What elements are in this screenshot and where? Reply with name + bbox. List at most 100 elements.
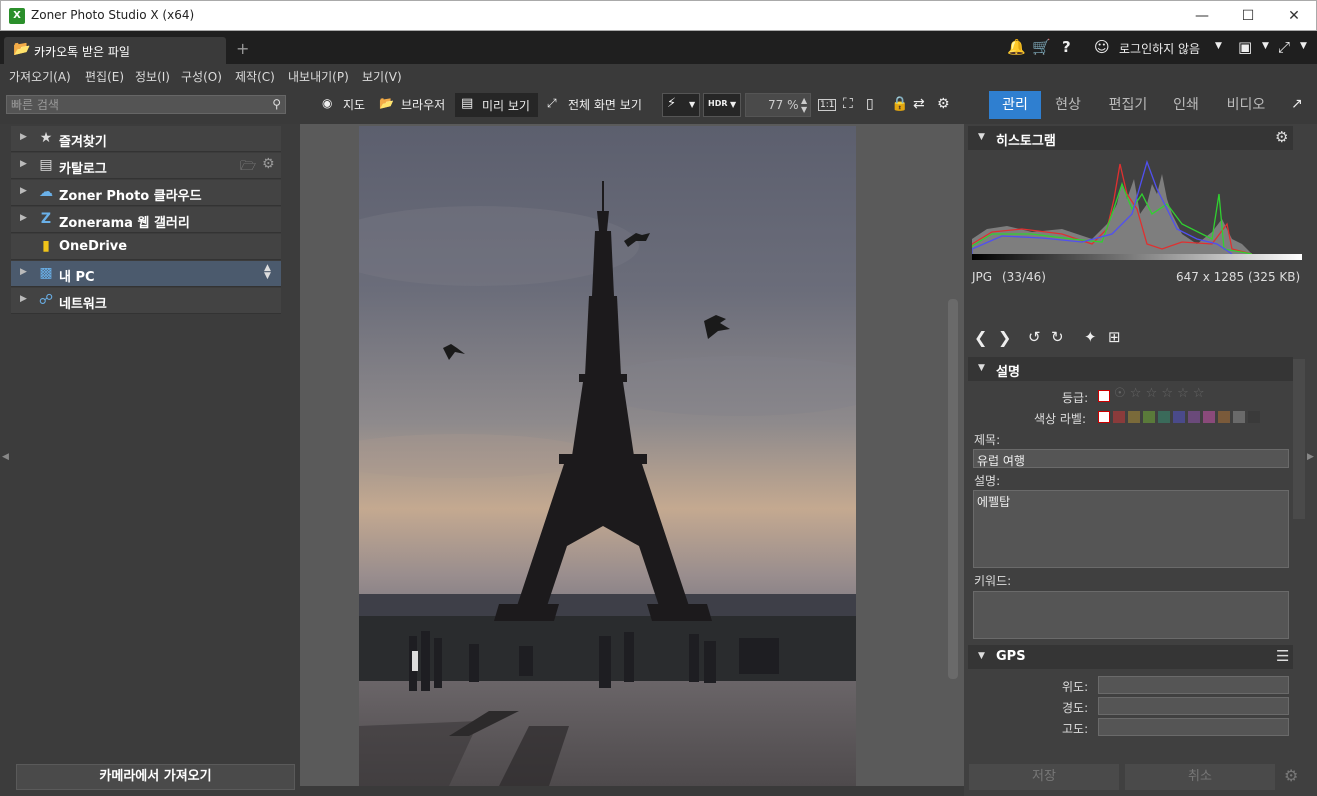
menu-icon[interactable]: ☰ xyxy=(1276,647,1289,665)
panel-scrollbar[interactable] xyxy=(1293,359,1305,519)
search-icon[interactable]: ⚲ xyxy=(272,97,281,111)
menu-info[interactable]: 정보(I) xyxy=(135,68,170,85)
expand-arrow-icon[interactable]: ▶ xyxy=(20,213,27,223)
prev-icon[interactable]: ❮ xyxy=(974,328,987,347)
collapse-right-icon[interactable]: ▶ xyxy=(1307,452,1314,462)
compare-icon[interactable]: ▯ xyxy=(866,96,874,112)
minimize-button[interactable]: — xyxy=(1179,1,1225,31)
menu-organize[interactable]: 구성(O) xyxy=(181,68,222,85)
keywords-field[interactable] xyxy=(973,591,1289,639)
close-button[interactable]: ✕ xyxy=(1271,1,1317,31)
sort-icon[interactable]: ▲ ▼ xyxy=(264,264,271,281)
latitude-field[interactable] xyxy=(1098,676,1289,694)
cloud-icon: ☁ xyxy=(39,184,53,200)
monitor-icon[interactable]: ▣ xyxy=(1238,38,1252,56)
collapse-left-icon[interactable]: ◀ xyxy=(2,452,9,462)
color-swatch[interactable] xyxy=(1158,411,1170,423)
nav-catalog[interactable]: ▶ ▤ 카탈로그 🗁 ⚙ xyxy=(11,153,281,179)
save-button[interactable]: 저장 xyxy=(969,764,1119,790)
chevron-down-icon[interactable]: ▼ xyxy=(1300,41,1307,51)
expand-arrow-icon[interactable]: ▶ xyxy=(20,186,27,196)
login-status[interactable]: 로그인하지 않음 xyxy=(1119,40,1200,57)
rotate-right-icon[interactable]: ↻ xyxy=(1051,328,1064,346)
no-color-icon[interactable] xyxy=(1098,411,1110,423)
gear-icon[interactable]: ⚙ xyxy=(262,156,275,172)
network-icon: ☍ xyxy=(38,292,54,308)
color-swatch[interactable] xyxy=(1248,411,1260,423)
chevron-down-icon[interactable]: ▼ xyxy=(1215,41,1222,51)
lock-icon[interactable]: 🔒 xyxy=(891,96,908,112)
tab-video[interactable]: 비디오 xyxy=(1216,91,1276,119)
gear-icon[interactable]: ⚙ xyxy=(1275,128,1288,146)
color-swatch[interactable] xyxy=(1218,411,1230,423)
vertical-scrollbar[interactable] xyxy=(948,299,958,679)
cart-icon[interactable]: 🛒 xyxy=(1032,38,1051,56)
longitude-field[interactable] xyxy=(1098,697,1289,715)
nav-zoner-cloud[interactable]: ▶ ☁ Zoner Photo 클라우드 xyxy=(11,180,281,206)
menu-export[interactable]: 내보내기(P) xyxy=(288,68,349,85)
hdr-dropdown[interactable]: HDR ▼ xyxy=(703,93,741,117)
tab-develop[interactable]: 현상 xyxy=(1044,91,1092,119)
color-swatch[interactable] xyxy=(1113,411,1125,423)
magic-wand-icon[interactable]: ✦ xyxy=(1084,328,1097,346)
add-folder-icon[interactable]: 🗁 xyxy=(240,157,256,179)
sync-icon[interactable]: ⇄ xyxy=(913,96,925,112)
expand-arrow-icon[interactable]: ▶ xyxy=(20,132,27,142)
menu-import[interactable]: 가져오기(A) xyxy=(9,68,71,85)
expand-arrow-icon[interactable]: ▶ xyxy=(20,294,27,304)
nav-network[interactable]: ▶ ☍ 네트워크 xyxy=(11,288,281,314)
description-field[interactable]: 에펠탑 xyxy=(973,490,1289,568)
photo-preview[interactable] xyxy=(359,126,856,786)
tab-active[interactable]: 📂 카카오톡 받은 파일 xyxy=(4,37,226,64)
color-swatch[interactable] xyxy=(1143,411,1155,423)
menu-edit[interactable]: 편집(E) xyxy=(85,68,124,85)
color-swatch[interactable] xyxy=(1233,411,1245,423)
fullscreen-button[interactable]: 전체 화면 보기 xyxy=(568,96,642,113)
gear-icon[interactable]: ⚙ xyxy=(1284,766,1298,785)
bell-icon[interactable]: 🔔 xyxy=(1007,38,1026,56)
image-settings-icon[interactable]: ⚙ xyxy=(937,96,950,112)
histogram-header[interactable]: ▼ 히스토그램 ⚙ xyxy=(968,126,1293,150)
nav-my-pc[interactable]: ▶ ▩ 내 PC ▲ ▼ xyxy=(11,261,281,287)
no-rating-icon[interactable] xyxy=(1098,390,1110,402)
rotate-left-icon[interactable]: ↺ xyxy=(1028,328,1041,346)
map-button[interactable]: 지도 xyxy=(343,96,365,113)
expand-arrow-icon[interactable]: ▶ xyxy=(20,267,27,277)
preview-button[interactable]: ▤ 미리 보기 xyxy=(455,93,538,117)
description-header[interactable]: ▼ 설명 xyxy=(968,357,1293,381)
nav-onedrive[interactable]: ▮ OneDrive xyxy=(11,234,281,260)
chevron-down-icon[interactable]: ▼ xyxy=(1262,41,1269,51)
help-icon[interactable]: ? xyxy=(1062,38,1071,56)
gps-header[interactable]: ▼ GPS ☰ xyxy=(968,645,1293,669)
tab-editor[interactable]: 편집기 xyxy=(1098,91,1158,119)
expand-arrow-icon[interactable]: ▶ xyxy=(20,159,27,169)
browser-button[interactable]: 브라우저 xyxy=(401,96,445,113)
rating-stars[interactable]: ☉ ☆ ☆ ☆ ☆ ☆ xyxy=(1114,386,1205,401)
tab-manage[interactable]: 관리 xyxy=(989,91,1041,119)
menu-view[interactable]: 보기(V) xyxy=(362,68,402,85)
external-link-icon[interactable]: ↗ xyxy=(1291,96,1303,112)
user-icon[interactable]: ☺ xyxy=(1094,38,1110,56)
flash-dropdown[interactable]: ⚡ ▼ xyxy=(662,93,700,117)
color-swatch[interactable] xyxy=(1128,411,1140,423)
add-image-icon[interactable]: ⊞ xyxy=(1108,328,1121,346)
fit-icon[interactable]: ⛶ xyxy=(843,96,853,112)
maximize-button[interactable]: ☐ xyxy=(1225,1,1271,31)
import-from-camera-button[interactable]: 카메라에서 가져오기 xyxy=(16,764,295,790)
tab-print[interactable]: 인쇄 xyxy=(1164,91,1208,119)
add-tab-button[interactable]: + xyxy=(236,39,249,58)
color-swatch[interactable] xyxy=(1173,411,1185,423)
color-swatch[interactable] xyxy=(1203,411,1215,423)
altitude-field[interactable] xyxy=(1098,718,1289,736)
one-to-one-button[interactable]: 1:1 xyxy=(818,99,837,111)
search-input[interactable] xyxy=(7,96,262,113)
next-icon[interactable]: ❯ xyxy=(998,328,1011,347)
zoom-field[interactable]: 77 % ▲ ▼ xyxy=(745,93,811,117)
cancel-button[interactable]: 취소 xyxy=(1125,764,1275,790)
nav-zonerama[interactable]: ▶ Z Zonerama 웹 갤러리 xyxy=(11,207,281,233)
title-field[interactable]: 유럽 여행 xyxy=(973,449,1289,468)
nav-favorites[interactable]: ▶ ★ 즐겨찾기 xyxy=(11,126,281,152)
fullscreen-icon[interactable]: ⤢ xyxy=(1278,38,1290,56)
color-swatch[interactable] xyxy=(1188,411,1200,423)
menu-create[interactable]: 제작(C) xyxy=(235,68,275,85)
